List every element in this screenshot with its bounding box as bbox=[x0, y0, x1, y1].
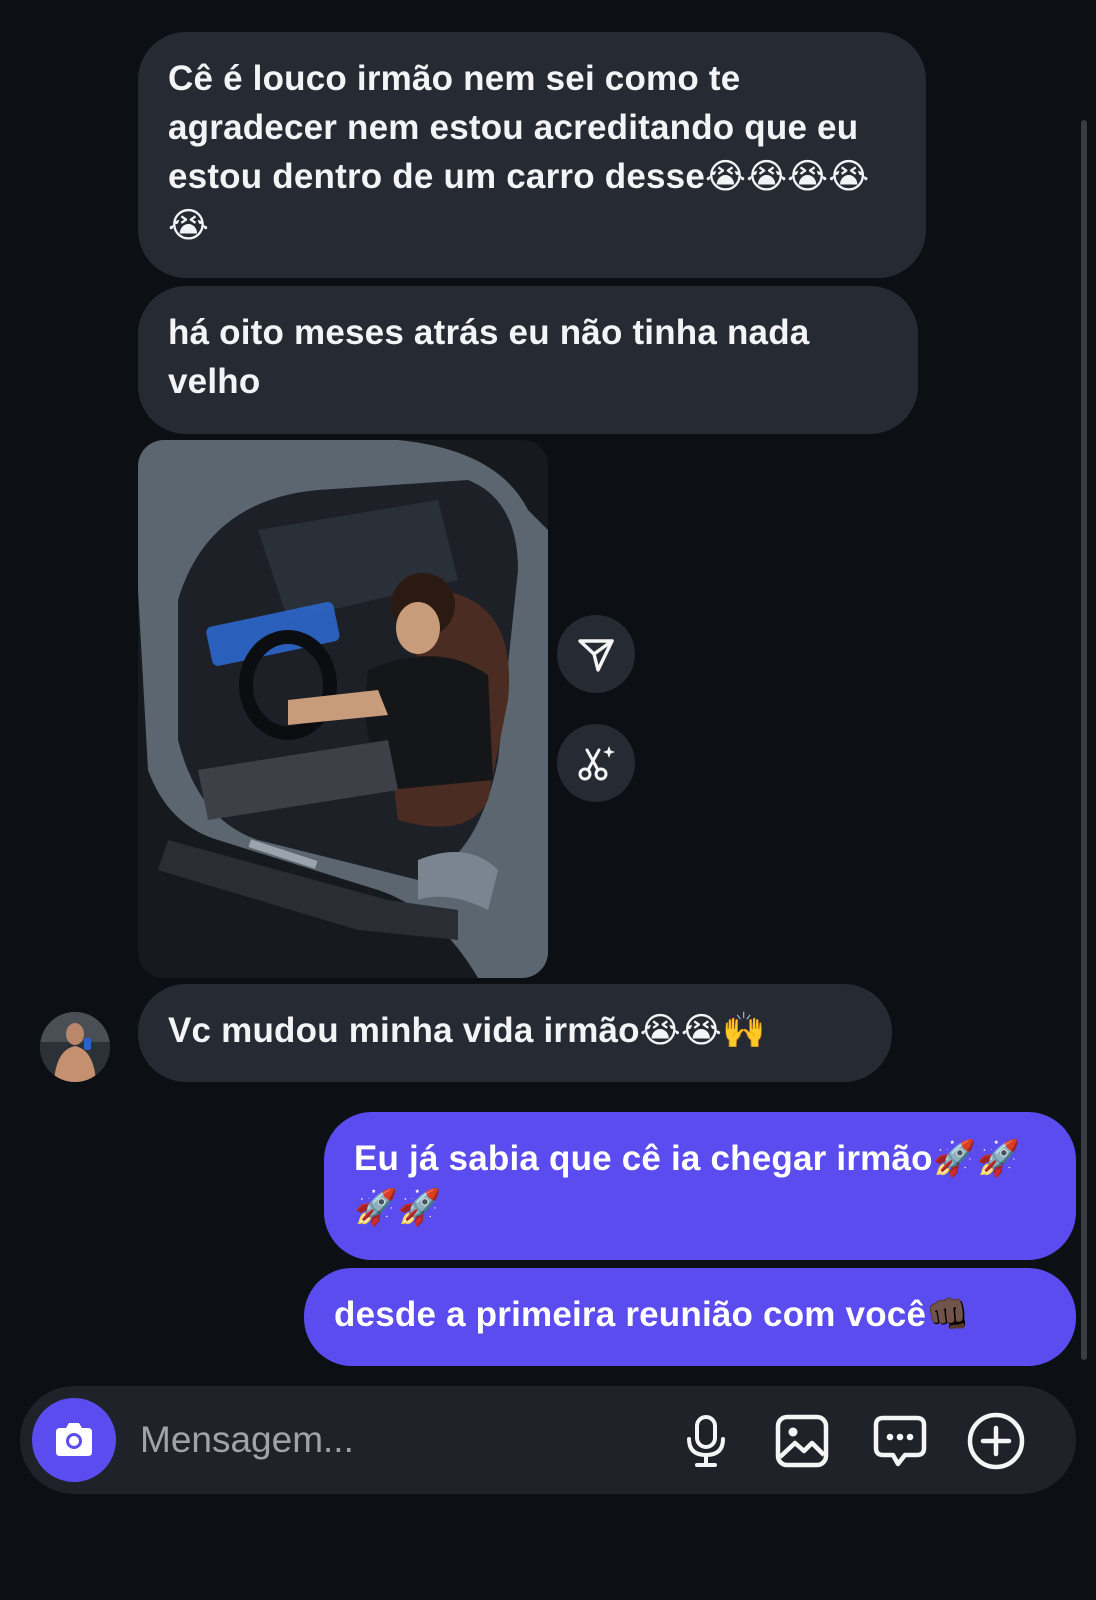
incoming-message-3: Vc mudou minha vida irmão😭😭🙌 bbox=[138, 984, 892, 1082]
incoming-message-1: Cê é louco irmão nem sei como te agradec… bbox=[138, 32, 926, 278]
sticker-button[interactable] bbox=[870, 1411, 930, 1471]
outgoing-message-1: Eu já sabia que cê ia chegar irmão🚀🚀🚀🚀 bbox=[324, 1112, 1076, 1260]
plus-button[interactable] bbox=[966, 1411, 1026, 1471]
microphone-button[interactable] bbox=[676, 1411, 736, 1471]
avatar[interactable] bbox=[40, 1012, 110, 1082]
scrollbar[interactable] bbox=[1081, 120, 1087, 1360]
sparkle-scissors-icon bbox=[578, 746, 615, 781]
remix-button[interactable] bbox=[557, 724, 635, 802]
camera-button[interactable] bbox=[32, 1398, 116, 1482]
share-icon bbox=[578, 639, 614, 672]
chat-bubble-icon bbox=[873, 1415, 927, 1467]
share-button[interactable] bbox=[557, 615, 635, 693]
message-composer: Mensagem... bbox=[20, 1386, 1076, 1494]
microphone-icon bbox=[687, 1415, 725, 1467]
plus-circle-icon bbox=[967, 1412, 1025, 1470]
camera-icon bbox=[56, 1423, 92, 1456]
image-icon bbox=[775, 1414, 829, 1468]
incoming-message-2: há oito meses atrás eu não tinha nada ve… bbox=[138, 286, 918, 434]
shared-photo[interactable] bbox=[138, 440, 548, 978]
gallery-button[interactable] bbox=[772, 1411, 832, 1471]
message-input[interactable]: Mensagem... bbox=[140, 1412, 620, 1468]
outgoing-message-2: desde a primeira reunião com você👊🏿 bbox=[304, 1268, 1076, 1366]
